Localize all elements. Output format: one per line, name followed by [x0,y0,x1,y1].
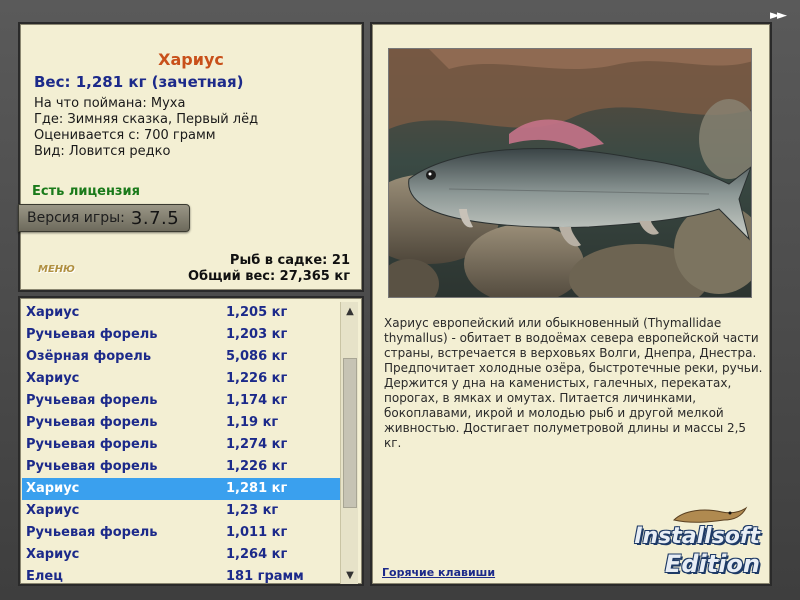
game-version-badge: Версия игры: 3.7.5 [18,204,190,232]
info-bait: На что поймана: Муха [34,96,186,111]
list-item-weight: 5,086 кг [226,349,288,364]
info-min-weight: Оценивается с: 700 грамм [34,128,216,143]
triangle-down-icon[interactable]: ▼ [341,566,359,584]
list-item-weight: 1,281 кг [226,481,288,496]
fast-forward-icon[interactable]: ►► [770,8,794,24]
list-item[interactable]: Хариус 1,205 кг [22,302,340,324]
installsoft-watermark: Installsoft Edition [604,504,764,580]
list-item-weight: 1,226 кг [226,459,288,474]
hotkeys-link[interactable]: Горячие клавиши [382,566,495,579]
list-item-weight: 1,205 кг [226,305,288,320]
fish-description-text: Хариус европейский или обыкновенный (Thy… [384,316,763,450]
list-item[interactable]: Хариус 1,23 кг [22,500,340,522]
triangle-up-icon[interactable]: ▲ [341,302,359,320]
version-label: Версия игры: [27,210,125,226]
list-item-weight: 1,274 кг [226,437,288,452]
list-item-fish-name: Хариус [26,481,80,496]
watermark-line2: Edition [664,550,760,578]
list-item[interactable]: Озёрная форель 5,086 кг [22,346,340,368]
list-item[interactable]: Хариус 1,264 кг [22,544,340,566]
total-weight: Общий вес: 27,365 кг [187,269,350,284]
list-item-fish-name: Ручьевая форель [26,327,158,342]
list-item-weight: 1,23 кг [226,503,279,518]
list-item-fish-name: Хариус [26,371,80,386]
fish-in-cage-count: Рыб в садке: 21 [229,253,350,268]
list-item-weight: 1,174 кг [226,393,288,408]
list-item[interactable]: Хариус 1,281 кг [22,478,340,500]
grayling-fish-image [389,49,751,297]
watermark-line1: Installsoft [634,524,760,549]
list-item[interactable]: Ручьевая форель 1,19 кг [22,412,340,434]
list-item[interactable]: Хариус 1,226 кг [22,368,340,390]
list-item[interactable]: Ручьевая форель 1,274 кг [22,434,340,456]
list-item-fish-name: Озёрная форель [26,349,152,364]
list-item-fish-name: Хариус [26,503,80,518]
list-item-fish-name: Ручьевая форель [26,437,158,452]
list-item-fish-name: Ручьевая форель [26,525,158,540]
list-scrollbar[interactable]: ▲ ▼ [340,302,358,584]
list-item-fish-name: Елец [26,569,63,584]
version-number: 3.7.5 [130,207,180,229]
fish-photo [388,48,752,298]
catch-list[interactable]: Хариус 1,205 кг Ручьевая форель 1,203 кг Озё… [22,302,340,584]
scroll-thumb[interactable] [343,358,357,508]
list-item-weight: 1,19 кг [226,415,279,430]
catch-list-panel: Хариус 1,205 кг Ручьевая форель 1,203 кг Озё… [18,296,364,586]
license-status: Есть лицензия [32,184,140,199]
list-item-fish-name: Хариус [26,547,80,562]
list-item-weight: 1,264 кг [226,547,288,562]
info-location: Где: Зимняя сказка, Первый лёд [34,112,259,127]
list-item-fish-name: Хариус [26,305,80,320]
list-item-fish-name: Ручьевая форель [26,459,158,474]
fish-name-title: Хариус [158,50,224,69]
list-item-weight: 1,226 кг [226,371,288,386]
list-item-weight: 1,011 кг [226,525,288,540]
list-item-weight: 181 грамм [226,569,304,584]
list-item-weight: 1,203 кг [226,327,288,342]
fish-weight: Вес: 1,281 кг (зачетная) [34,73,244,91]
catch-info-panel: Хариус Вес: 1,281 кг (зачетная) На что п… [18,22,364,292]
list-item[interactable]: Ручьевая форель 1,203 кг [22,324,340,346]
list-item[interactable]: Ручьевая форель 1,174 кг [22,390,340,412]
list-item[interactable]: Ручьевая форель 1,011 кг [22,522,340,544]
list-item-fish-name: Ручьевая форель [26,393,158,408]
fish-description-panel: Хариус европейский или обыкновенный (Thy… [370,22,772,586]
info-rarity: Вид: Ловится редко [34,144,171,159]
list-item-fish-name: Ручьевая форель [26,415,158,430]
list-item[interactable]: Елец 181 грамм [22,566,340,584]
list-item[interactable]: Ручьевая форель 1,226 кг [22,456,340,478]
menu-logo[interactable]: MEHЮ [38,264,75,275]
